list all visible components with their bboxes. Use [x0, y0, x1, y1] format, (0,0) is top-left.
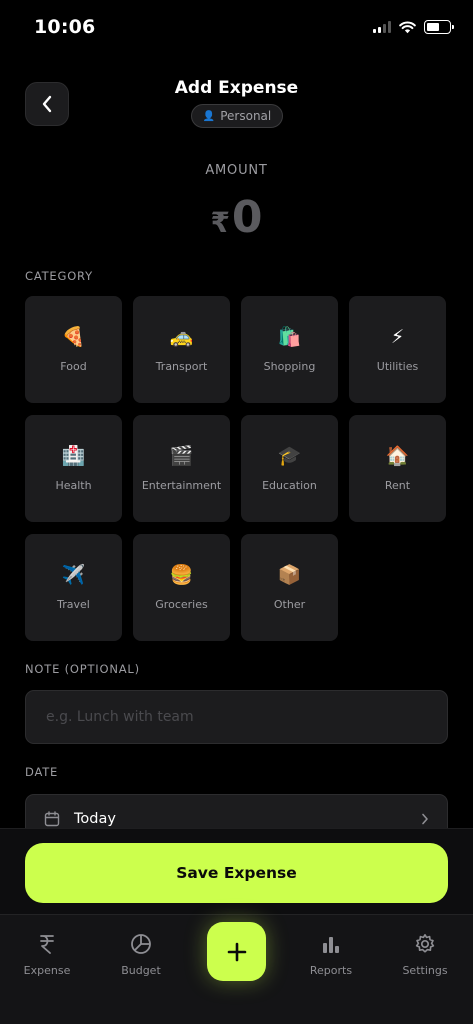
- utilities-icon: ⚡: [390, 326, 405, 348]
- groceries-icon: 🍔: [169, 564, 194, 586]
- shopping-icon: 🛍️: [277, 326, 302, 348]
- account-pill[interactable]: 👤 Personal: [191, 104, 283, 128]
- tab-expense-label: Expense: [23, 964, 71, 977]
- category-label-health: Health: [55, 479, 92, 492]
- tab-settings-label: Settings: [402, 964, 448, 977]
- category-grid: 🍕 Food 🚕 Transport 🛍️ Shopping ⚡ Utilities 🏥 Heal…: [25, 296, 448, 641]
- category-label-food: Food: [60, 360, 87, 373]
- account-pill-label: Personal: [220, 109, 272, 123]
- tab-settings[interactable]: Settings: [385, 933, 465, 977]
- other-icon: 📦: [277, 564, 302, 586]
- tab-reports-label: Reports: [309, 964, 353, 977]
- travel-icon: ✈️: [61, 564, 86, 586]
- category-label-rent: Rent: [384, 479, 411, 492]
- category-education[interactable]: 🎓 Education: [241, 415, 338, 522]
- gear-icon: [415, 934, 435, 953]
- status-time: 10:06: [34, 16, 96, 38]
- category-label-shopping: Shopping: [263, 360, 316, 373]
- pie-chart-icon: [131, 934, 151, 954]
- category-label-other: Other: [273, 598, 306, 611]
- amount-label: AMOUNT: [205, 163, 268, 178]
- status-bar: 10:06: [0, 0, 473, 56]
- category-label-utilities: Utilities: [376, 360, 419, 373]
- bar-chart-icon: [323, 937, 339, 953]
- category-shopping[interactable]: 🛍️ Shopping: [241, 296, 338, 403]
- status-icons: [373, 20, 454, 34]
- battery-icon: [424, 20, 454, 34]
- page-title: Add Expense: [174, 78, 299, 98]
- save-footer: Save Expense: [0, 828, 473, 914]
- calendar-icon: [44, 810, 60, 826]
- tab-budget[interactable]: Budget: [101, 933, 181, 977]
- chevron-right-icon: [422, 813, 428, 824]
- education-icon: 🎓: [277, 445, 302, 467]
- date-label: DATE: [25, 765, 59, 779]
- category-label-groceries: Groceries: [155, 598, 208, 611]
- category-health[interactable]: 🏥 Health: [25, 415, 122, 522]
- category-food[interactable]: 🍕 Food: [25, 296, 122, 403]
- category-groceries[interactable]: 🍔 Groceries: [133, 534, 230, 641]
- plus-icon: [227, 942, 246, 961]
- category-utilities[interactable]: ⚡ Utilities: [349, 296, 446, 403]
- rupee-icon: [40, 935, 54, 954]
- note-input[interactable]: [25, 690, 448, 744]
- health-icon: 🏥: [61, 445, 86, 467]
- date-value: Today: [74, 810, 116, 827]
- tab-reports[interactable]: Reports: [291, 933, 371, 977]
- rent-icon: 🏠: [385, 445, 410, 467]
- tab-bar: Expense Budget Reports Settings: [0, 914, 473, 1024]
- category-label-education: Education: [262, 479, 317, 492]
- amount-value: 0: [231, 192, 263, 243]
- category-entertainment[interactable]: 🎬 Entertainment: [133, 415, 230, 522]
- category-label-travel: Travel: [57, 598, 90, 611]
- category-label-transport: Transport: [155, 360, 208, 373]
- entertainment-icon: 🎬: [169, 445, 194, 467]
- category-rent[interactable]: 🏠 Rent: [349, 415, 446, 522]
- amount-currency: ₹: [210, 206, 230, 239]
- category-travel[interactable]: ✈️ Travel: [25, 534, 122, 641]
- tab-budget-label: Budget: [121, 964, 161, 977]
- add-button[interactable]: [207, 922, 266, 981]
- category-other[interactable]: 📦 Other: [241, 534, 338, 641]
- battery-level: [427, 23, 439, 31]
- user-icon: 👤: [202, 110, 216, 122]
- amount-display[interactable]: ₹ 0: [0, 192, 473, 243]
- transport-icon: 🚕: [169, 326, 194, 348]
- category-label: CATEGORY: [25, 269, 93, 283]
- note-label: NOTE (OPTIONAL): [25, 662, 140, 676]
- category-transport[interactable]: 🚕 Transport: [133, 296, 230, 403]
- wifi-icon: [399, 20, 416, 33]
- save-expense-button[interactable]: Save Expense: [25, 843, 448, 903]
- category-label-entertainment: Entertainment: [141, 479, 222, 492]
- tab-expense[interactable]: Expense: [7, 933, 87, 977]
- cellular-signal-icon: [373, 21, 391, 33]
- food-icon: 🍕: [61, 326, 86, 348]
